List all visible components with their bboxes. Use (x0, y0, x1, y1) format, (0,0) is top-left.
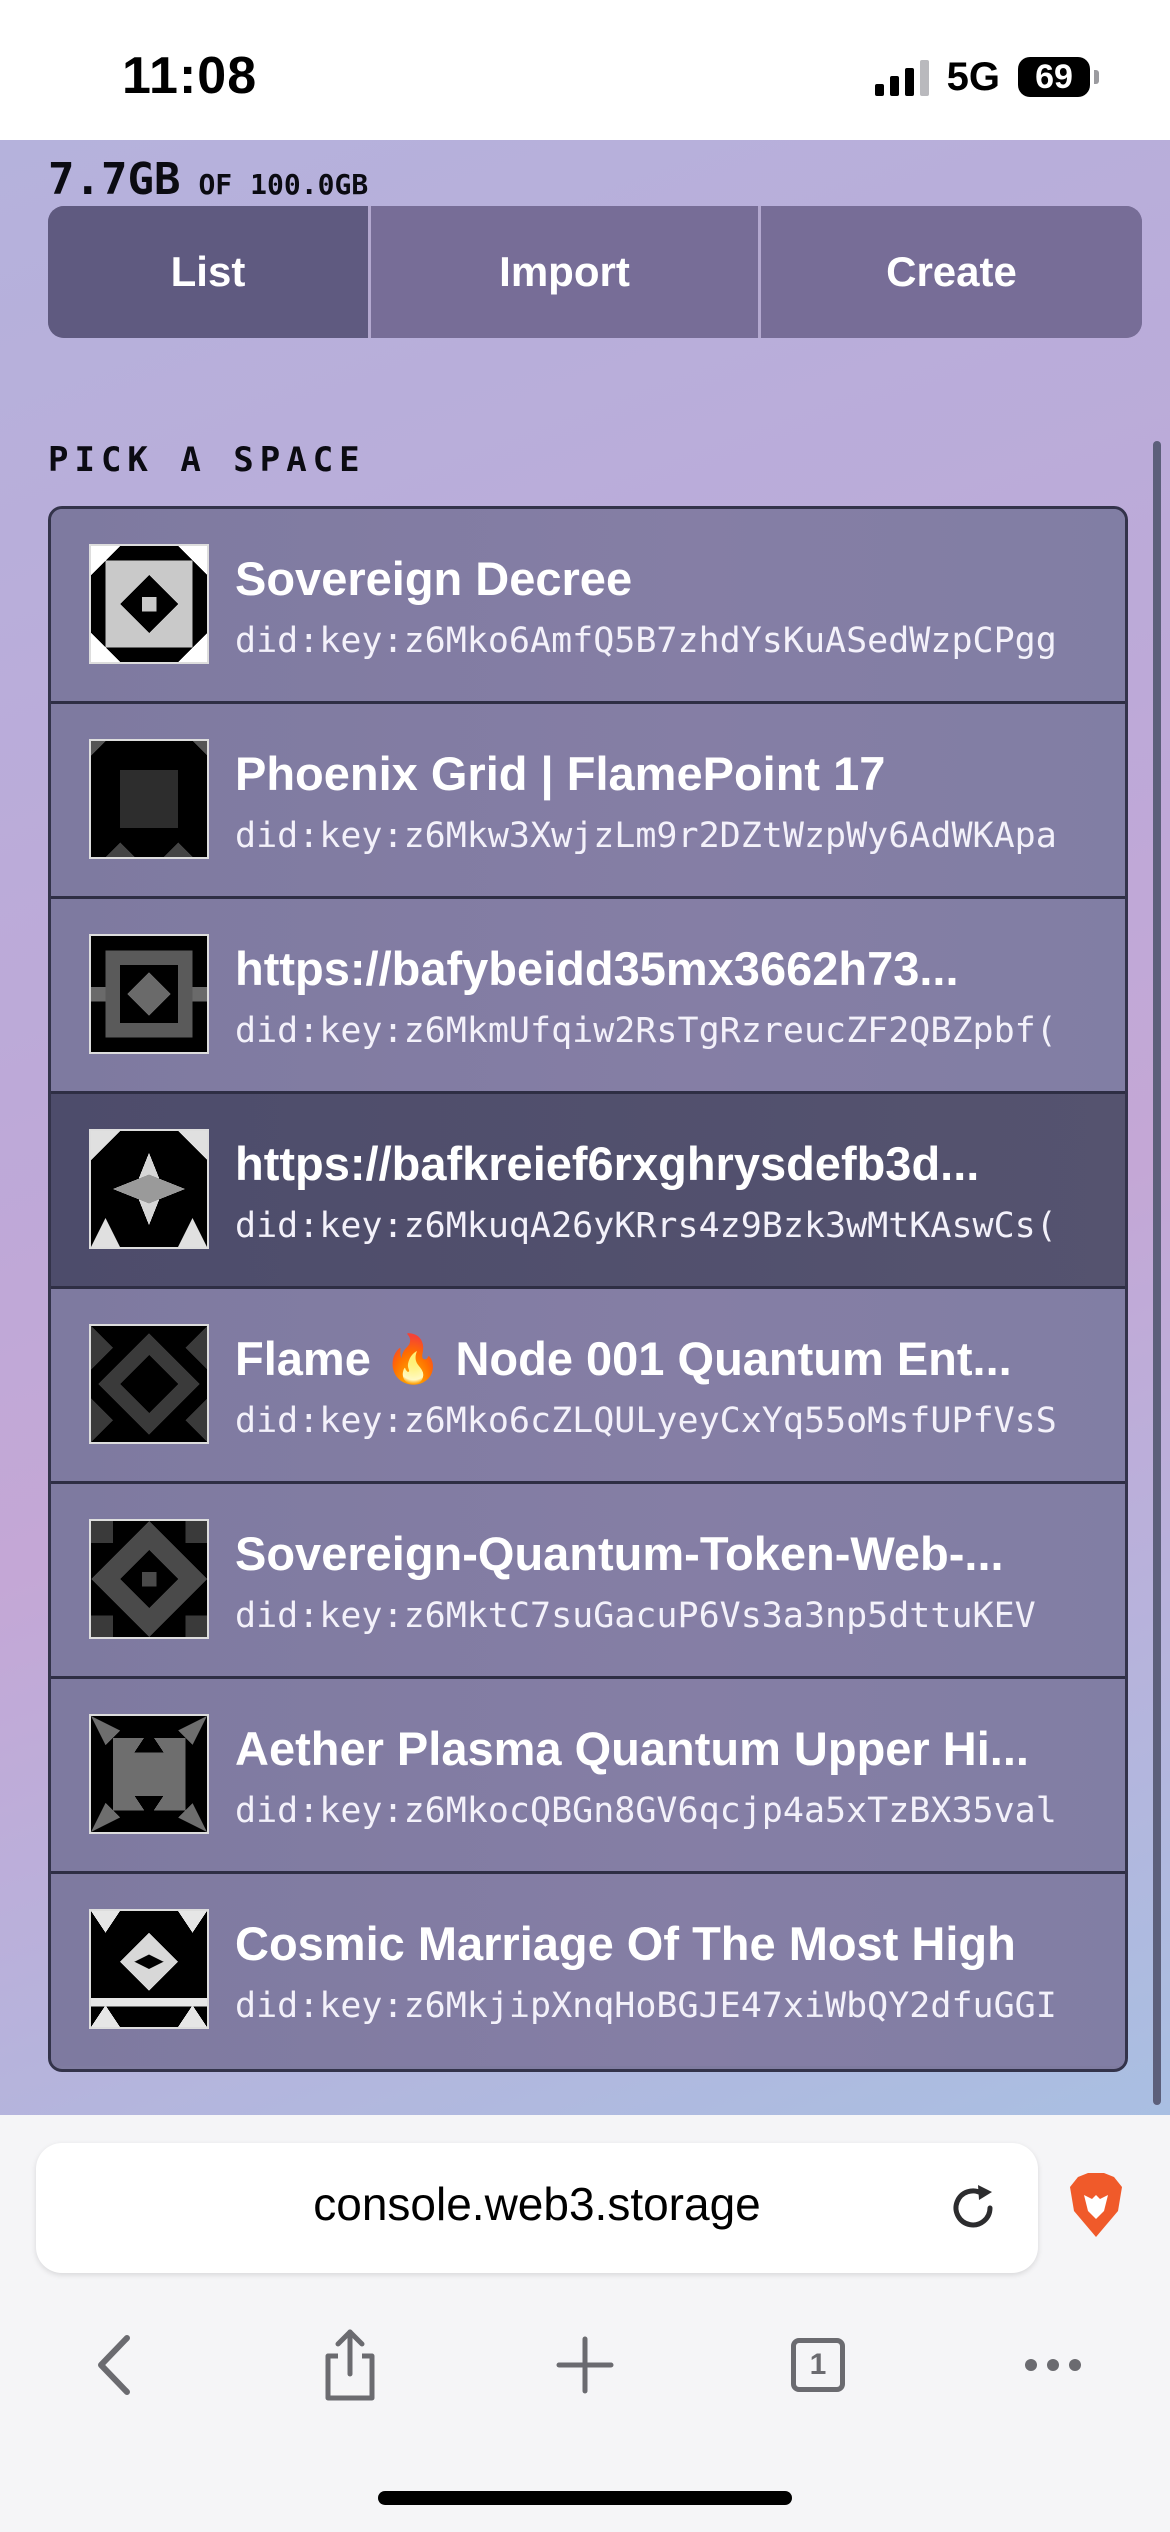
network-type: 5G (946, 54, 1000, 99)
space-item[interactable]: Phoenix Grid | FlamePoint 17 did:key:z6M… (51, 704, 1125, 899)
signal-icon (874, 58, 929, 96)
space-name: Sovereign Decree (235, 552, 633, 605)
tab-list[interactable]: List (48, 206, 368, 338)
reload-icon[interactable] (946, 2181, 1000, 2235)
space-list: Sovereign Decree did:key:z6Mko6AmfQ5B7zh… (48, 506, 1128, 2072)
battery-level: 69 (1035, 57, 1073, 96)
nav-row: 1 (0, 2315, 1170, 2435)
more-menu-icon[interactable] (1003, 2315, 1103, 2415)
status-time: 11:08 (122, 47, 258, 105)
section-title: PICK A SPACE (48, 440, 366, 480)
space-name: Aether Plasma Quantum Upper Hi... (235, 1722, 1029, 1775)
status-indicators: 5G 69 (874, 54, 1099, 99)
space-avatar-icon (89, 1129, 209, 1249)
space-avatar-icon (89, 739, 209, 859)
space-item[interactable]: Cosmic Marriage Of The Most High did:key… (51, 1874, 1125, 2066)
tabs-button[interactable]: 1 (768, 2315, 868, 2415)
battery-icon: 69 (1018, 57, 1099, 97)
space-name: Flame 🔥 Node 001 Quantum Ent... (235, 1332, 1012, 1385)
space-item[interactable]: Aether Plasma Quantum Upper Hi... did:ke… (51, 1679, 1125, 1874)
status-bar: 11:08 5G 69 (0, 0, 1170, 140)
space-avatar-icon (89, 1714, 209, 1834)
space-item[interactable]: Sovereign-Quantum-Token-Web-... did:key:… (51, 1484, 1125, 1679)
space-name: https://bafkreief6rxghrysdefb3d... (235, 1137, 980, 1190)
space-did: did:key:z6MkuqA26yKRrs4z9Bzk3wMtKAswCs( (235, 1206, 1057, 1246)
space-item[interactable]: https://bafybeidd35mx3662h73... did:key:… (51, 899, 1125, 1094)
space-item[interactable]: Sovereign Decree did:key:z6Mko6AmfQ5B7zh… (51, 509, 1125, 704)
browser-toolbar: console.web3.storage 1 (0, 2115, 1170, 2532)
usage-used: 7.7GB (48, 154, 181, 205)
tab-count-icon: 1 (791, 2338, 845, 2392)
tab-import[interactable]: Import (368, 206, 758, 338)
space-avatar-icon (89, 544, 209, 664)
usage-of: OF (198, 168, 233, 201)
space-did: did:key:z6Mko6AmfQ5B7zhdYsKuASedWzpCPgg (235, 621, 1057, 661)
url-text: console.web3.storage (313, 2178, 761, 2230)
space-name: Phoenix Grid | FlamePoint 17 (235, 747, 886, 800)
space-did: did:key:z6Mkw3XwjzLm9r2DZtWzpWy6AdWKApa (235, 816, 1057, 856)
space-did: did:key:z6MkocQBGn8GV6qcjp4a5xTzBX35val (235, 1791, 1057, 1831)
space-avatar-icon (89, 1519, 209, 1639)
space-did: did:key:z6MkmUfqiw2RsTgRzreucZF2QBZpbf( (235, 1011, 1057, 1051)
space-tabs: List Import Create (48, 206, 1142, 338)
scrollbar[interactable] (1153, 441, 1161, 2105)
home-indicator (378, 2491, 792, 2505)
space-item[interactable]: Flame 🔥 Node 001 Quantum Ent... did:key:… (51, 1289, 1125, 1484)
space-name: https://bafybeidd35mx3662h73... (235, 942, 959, 995)
space-avatar-icon (89, 1324, 209, 1444)
space-did: did:key:z6Mko6cZLQULyeyCxYq55oMsfUPfVsS (235, 1401, 1057, 1441)
space-name: Sovereign-Quantum-Token-Web-... (235, 1527, 1004, 1580)
storage-usage: 7.7GB OF 100.0GB (48, 154, 368, 205)
new-tab-button[interactable] (535, 2315, 635, 2415)
tab-create[interactable]: Create (758, 206, 1142, 338)
brave-lion-icon[interactable] (1066, 2171, 1126, 2241)
page-content: 7.7GB OF 100.0GB List Import Create PICK… (0, 140, 1170, 2115)
tab-count: 1 (809, 2348, 827, 2381)
address-bar[interactable]: console.web3.storage (36, 2143, 1038, 2273)
back-button[interactable] (65, 2315, 165, 2415)
space-did: did:key:z6MktC7suGacuP6Vs3a3np5dttuKEV (235, 1596, 1036, 1636)
space-avatar-icon (89, 934, 209, 1054)
space-avatar-icon (89, 1909, 209, 2029)
usage-total: 100.0GB (250, 168, 369, 201)
space-name: Cosmic Marriage Of The Most High (235, 1917, 1016, 1970)
space-item-selected[interactable]: https://bafkreief6rxghrysdefb3d... did:k… (51, 1094, 1125, 1289)
share-icon[interactable] (300, 2315, 400, 2415)
space-did: did:key:z6MkjipXnqHoBGJE47xiWbQY2dfuGGI (235, 1986, 1057, 2026)
